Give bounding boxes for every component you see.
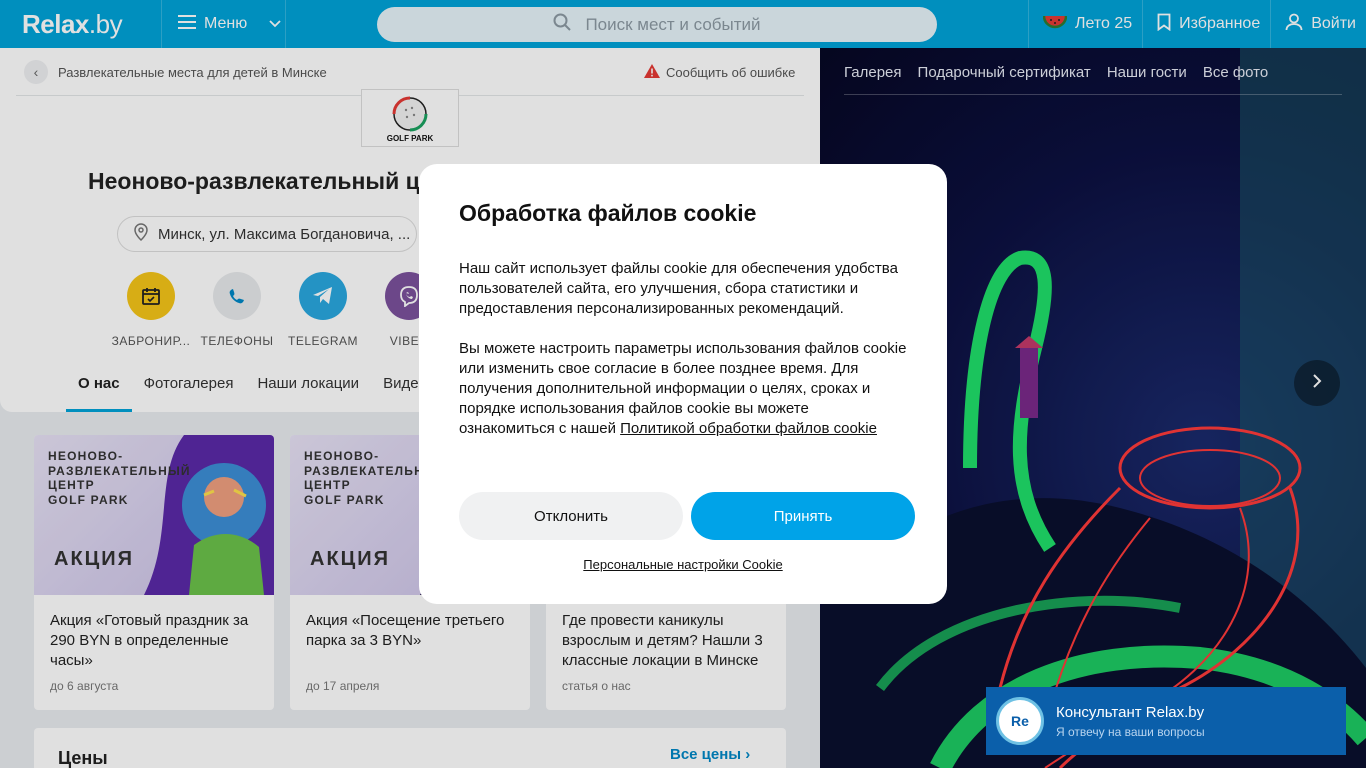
accept-button[interactable]: Принять <box>691 492 915 540</box>
decline-button[interactable]: Отклонить <box>459 492 683 540</box>
consultant-widget[interactable]: Re Консультант Relax.by Я отвечу на ваши… <box>986 687 1346 755</box>
cookie-modal-title: Обработка файлов cookie <box>459 200 757 226</box>
consultant-avatar: Re <box>996 697 1044 745</box>
cookie-text-2: Вы можете настроить параметры использова… <box>459 339 907 439</box>
cookie-settings-link[interactable]: Персональные настройки Cookie <box>419 557 947 572</box>
cookie-modal: Обработка файлов cookie Наш сайт использ… <box>419 164 947 604</box>
cookie-buttons: Отклонить Принять <box>459 492 915 540</box>
consultant-subtitle: Я отвечу на ваши вопросы <box>1056 724 1205 739</box>
cookie-text-1: Наш сайт использует файлы cookie для обе… <box>459 260 898 317</box>
cookie-policy-link[interactable]: Политикой обработки файлов cookie <box>620 420 877 437</box>
consultant-title: Консультант Relax.by <box>1056 703 1205 721</box>
